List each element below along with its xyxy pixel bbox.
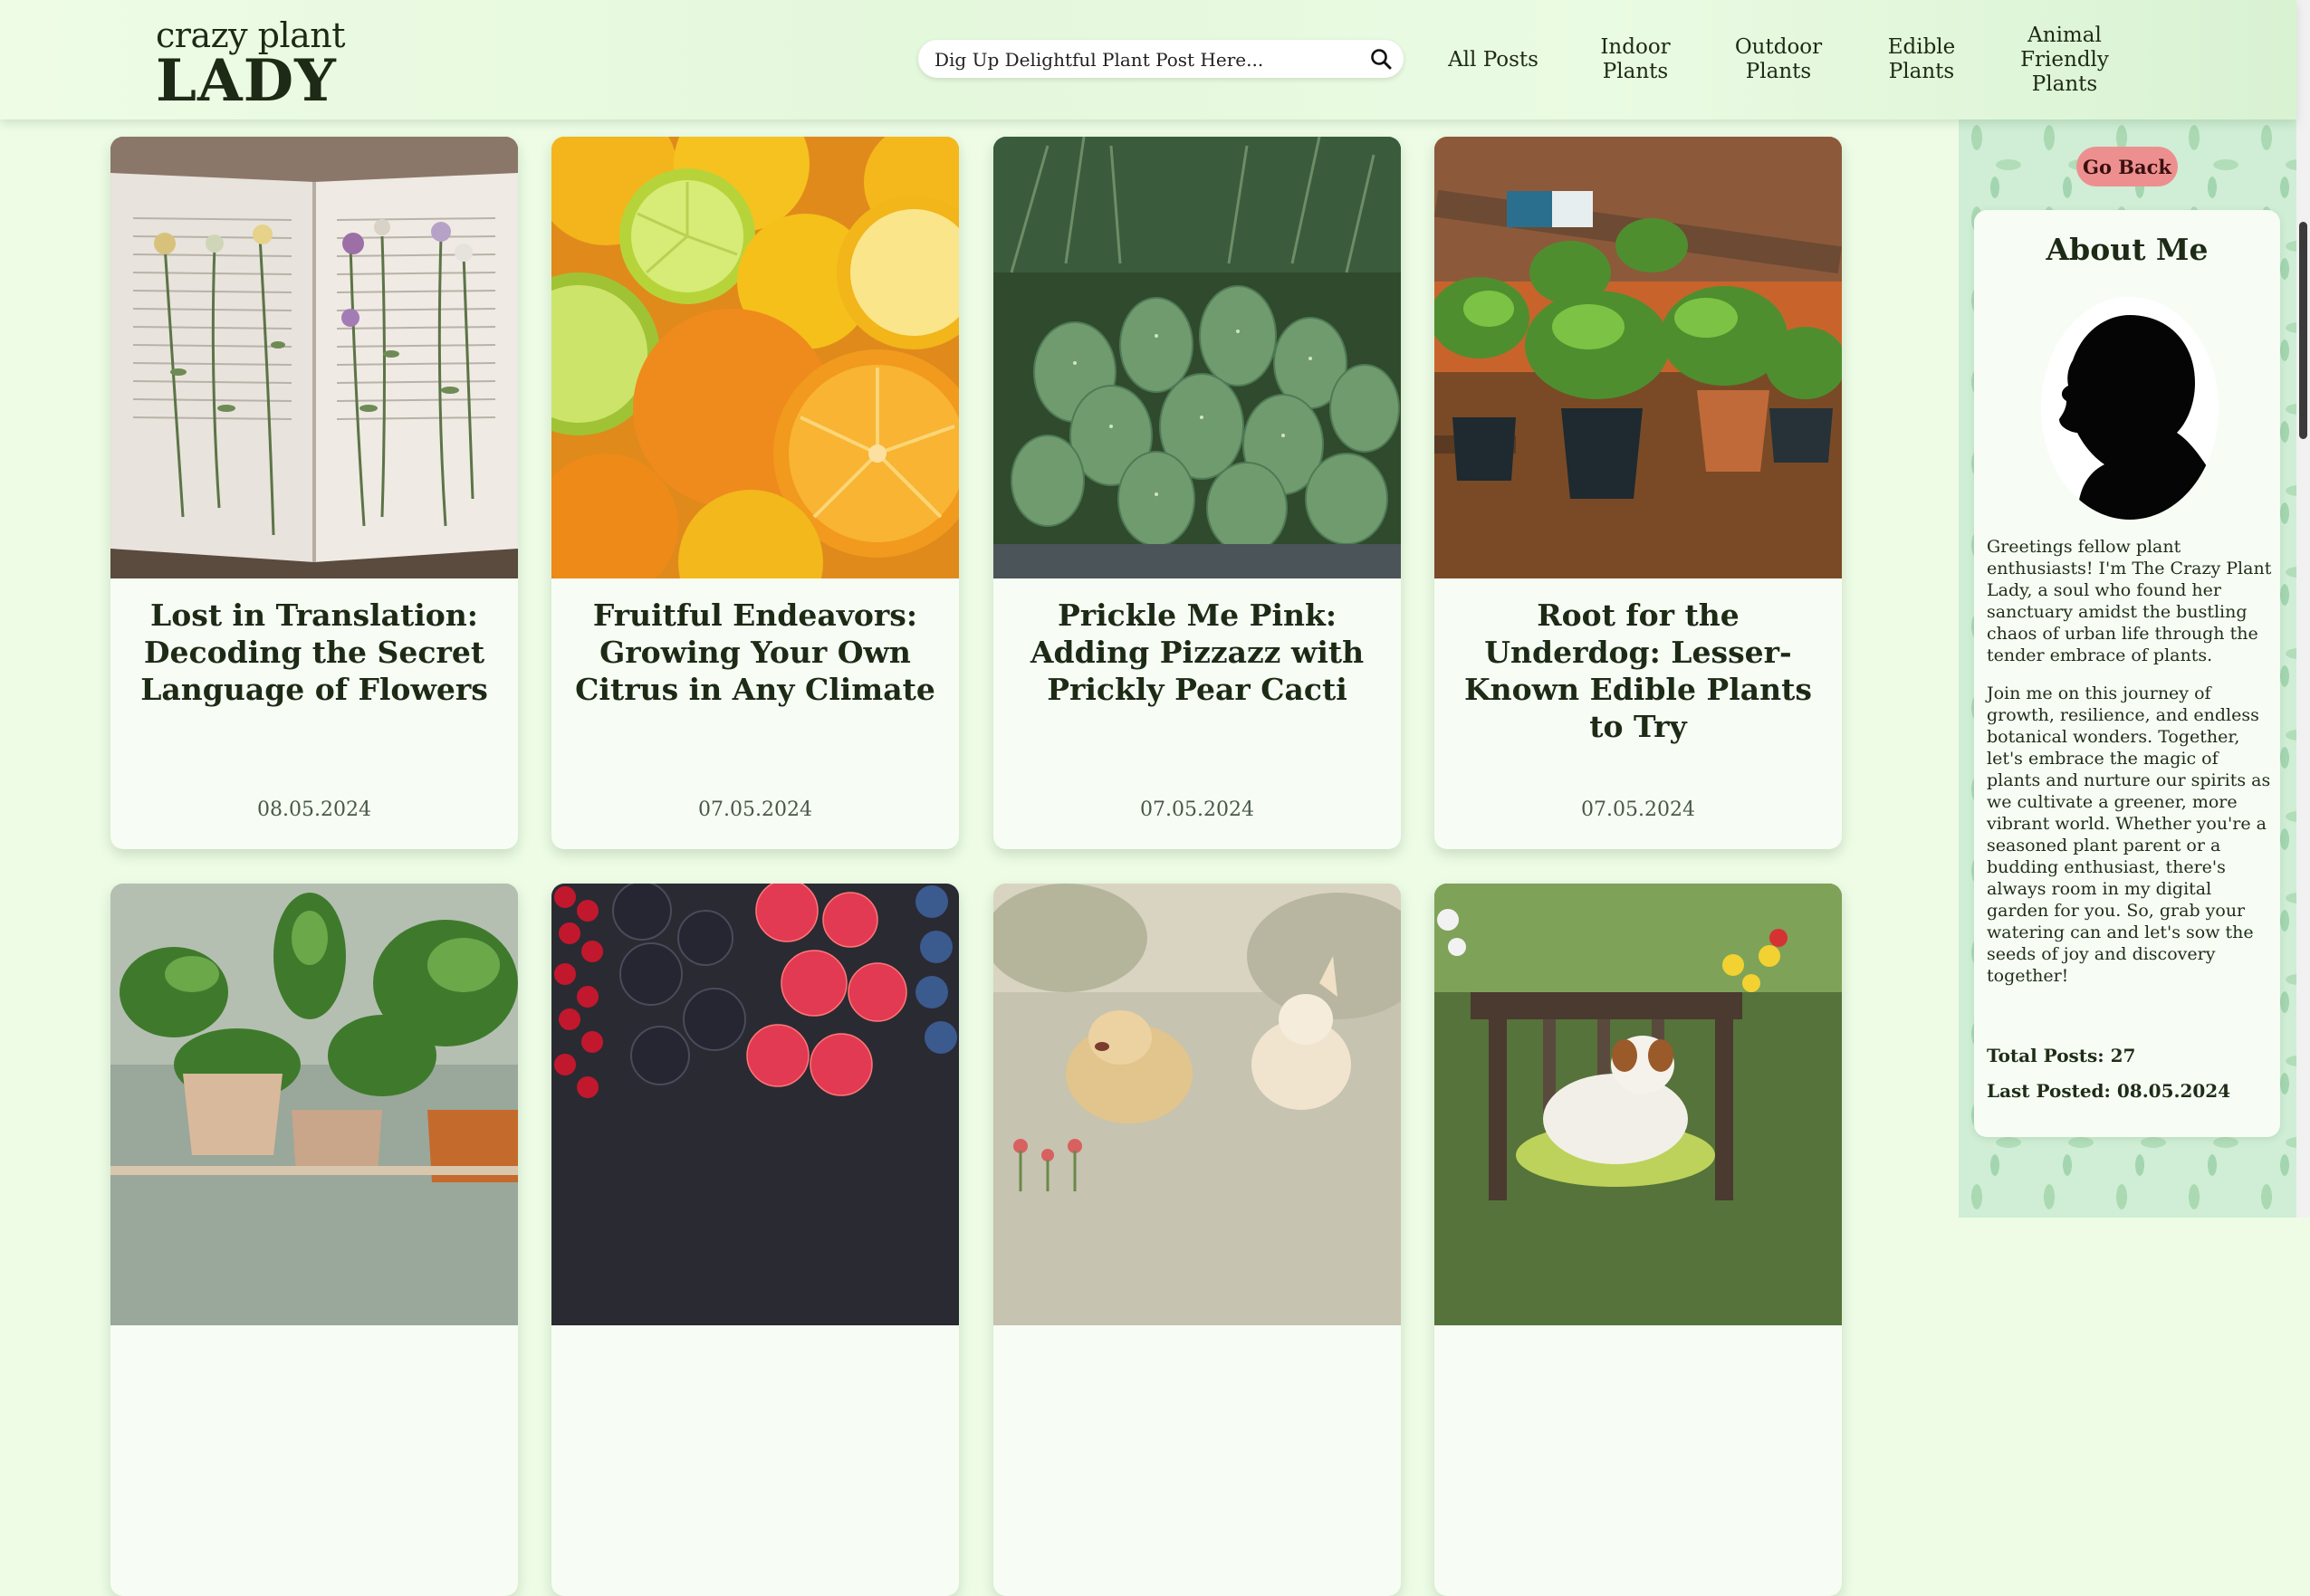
post-title[interactable]: Root for the Underdog: Lesser-Known Edib… (1451, 597, 1826, 745)
logo-line-2: LADY (156, 47, 337, 115)
site-logo[interactable]: crazy plant LADY (156, 16, 346, 115)
search-bar (918, 40, 1404, 80)
post-card[interactable] (110, 884, 518, 1596)
post-image-prickly-pear[interactable] (993, 137, 1401, 578)
nav-edible-plants[interactable]: Edible Plants (1874, 0, 1969, 119)
post-card[interactable] (993, 884, 1401, 1596)
avatar (2041, 297, 2219, 520)
post-date: 07.05.2024 (1140, 798, 1254, 821)
about-title: About Me (2046, 232, 2209, 267)
about-paragraph-2: Join me on this journey of growth, resil… (1987, 683, 2271, 986)
post-date: 08.05.2024 (257, 798, 371, 821)
post-date: 07.05.2024 (1581, 798, 1695, 821)
post-image-berries[interactable] (551, 884, 959, 1325)
post-image-indoor-plants[interactable] (110, 884, 518, 1325)
post-card[interactable]: Fruitful Endeavors: Growing Your Own Cit… (551, 137, 959, 849)
nav-outdoor-plants[interactable]: Outdoor Plants (1728, 0, 1829, 119)
nav-all-posts[interactable]: All Posts (1442, 0, 1545, 119)
post-card[interactable]: Root for the Underdog: Lesser-Known Edib… (1434, 137, 1842, 849)
post-title[interactable]: Lost in Translation: Decoding the Secret… (127, 597, 502, 708)
search-icon[interactable] (1369, 47, 1393, 71)
post-date: 07.05.2024 (698, 798, 812, 821)
post-card[interactable]: Prickle Me Pink: Adding Pizzazz with Pri… (993, 137, 1401, 849)
scrollbar-track[interactable] (2296, 0, 2310, 1218)
post-image-citrus[interactable] (551, 137, 959, 578)
nav-animal-friendly-plants[interactable]: Animal Friendly Plants (2014, 0, 2115, 119)
post-image-pressed-flowers[interactable] (110, 137, 518, 578)
post-title[interactable]: Fruitful Endeavors: Growing Your Own Cit… (568, 597, 943, 708)
about-paragraph-1: Greetings fellow plant enthusiasts! I'm … (1987, 537, 2272, 665)
site-header: crazy plant LADY All Posts Indoor Plants… (0, 0, 2296, 119)
scrollbar-thumb[interactable] (2299, 222, 2307, 439)
last-posted: Last Posted: 08.05.2024 (1987, 1080, 2231, 1102)
search-input[interactable] (933, 40, 1362, 80)
post-card[interactable] (1434, 884, 1842, 1596)
post-image-dog-on-bench[interactable] (1434, 884, 1842, 1325)
about-me-card: About Me Greetings fellow plant enthusia… (1974, 210, 2280, 1137)
post-image-dogs[interactable] (993, 884, 1401, 1325)
post-title[interactable]: Prickle Me Pink: Adding Pizzazz with Pri… (1010, 597, 1385, 708)
post-image-potted-herbs[interactable] (1434, 137, 1842, 578)
post-card[interactable] (551, 884, 959, 1596)
post-card[interactable]: Lost in Translation: Decoding the Secret… (110, 137, 518, 849)
total-posts: Total Posts: 27 (1987, 1045, 2136, 1066)
go-back-button[interactable]: Go Back (2076, 147, 2178, 186)
nav-indoor-plants[interactable]: Indoor Plants (1590, 0, 1681, 119)
